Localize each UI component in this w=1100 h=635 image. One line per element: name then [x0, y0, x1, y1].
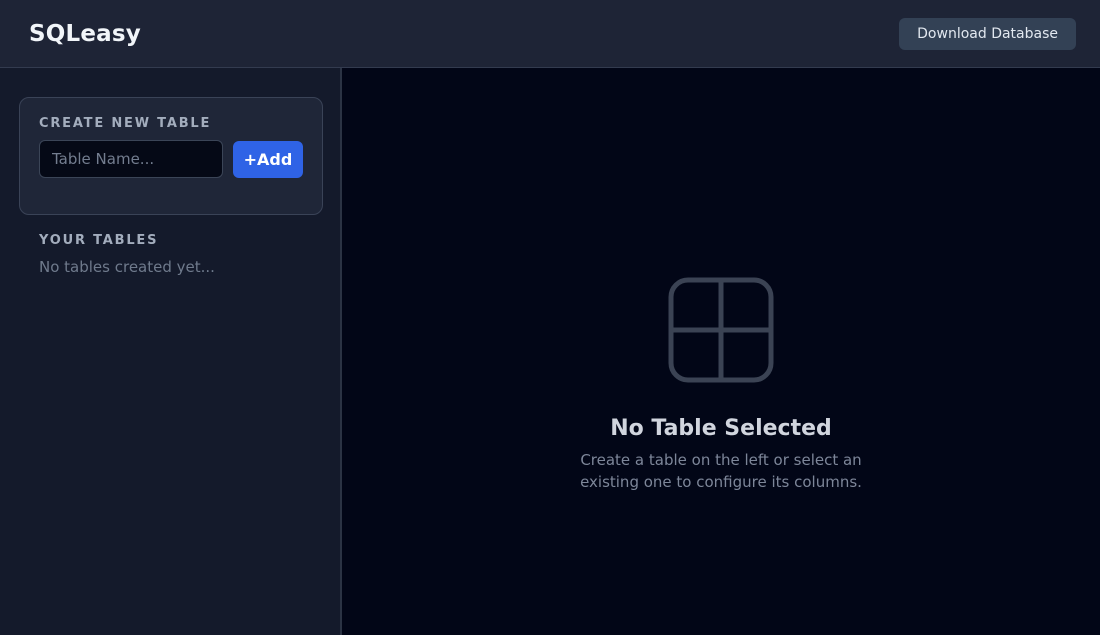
- empty-state-description: Create a table on the left or select an …: [580, 451, 862, 491]
- table-grid-icon: [668, 277, 774, 383]
- sidebar: CREATE NEW TABLE +Add YOUR TABLES No tab…: [0, 68, 342, 635]
- your-tables-section: YOUR TABLES No tables created yet...: [19, 215, 321, 276]
- create-table-row: +Add: [39, 140, 303, 178]
- your-tables-heading: YOUR TABLES: [39, 233, 159, 248]
- create-table-heading: CREATE NEW TABLE: [39, 116, 212, 131]
- download-database-button[interactable]: Download Database: [899, 17, 1076, 50]
- add-table-button[interactable]: +Add: [233, 140, 303, 178]
- empty-state: No Table Selected Create a table on the …: [342, 277, 1100, 493]
- empty-state-title: No Table Selected: [610, 416, 832, 441]
- empty-tables-message: No tables created yet...: [39, 258, 215, 276]
- main-panel: No Table Selected Create a table on the …: [342, 68, 1100, 635]
- table-name-input[interactable]: [39, 140, 223, 178]
- app-logo: SQLeasy: [29, 20, 141, 47]
- top-header: SQLeasy Download Database: [0, 0, 1100, 68]
- app-body: CREATE NEW TABLE +Add YOUR TABLES No tab…: [0, 68, 1100, 635]
- create-table-card: CREATE NEW TABLE +Add: [19, 97, 323, 215]
- app-window: SQLeasy Download Database CREATE NEW TAB…: [0, 0, 1100, 635]
